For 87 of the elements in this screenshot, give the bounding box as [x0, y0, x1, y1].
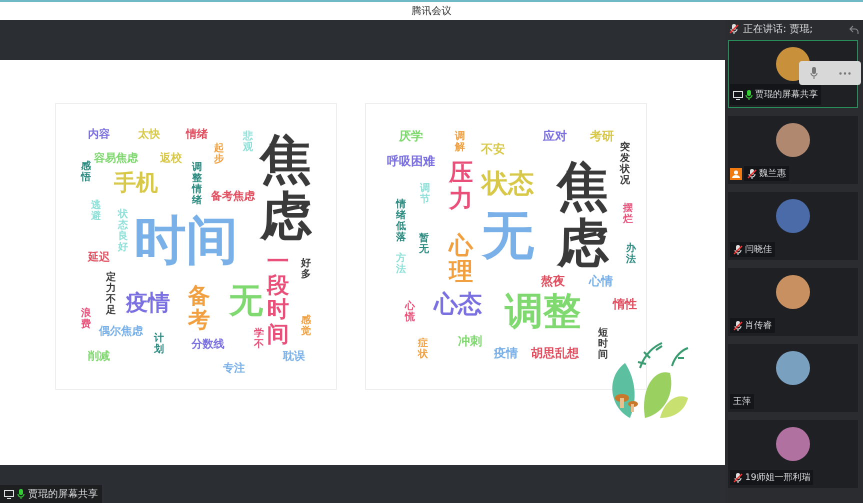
participant-tile[interactable]: 魏兰惠 [728, 116, 858, 184]
cloud-word: 专注 [223, 362, 245, 374]
cloud-word: 疫情 [126, 293, 170, 315]
cloud-word: 胡思乱想 [531, 347, 579, 359]
cloud-word: 悲观 [243, 131, 253, 153]
microphone-icon [17, 489, 25, 499]
participant-tile[interactable]: 王萍 [728, 344, 858, 412]
participant-name: 贾琨的屏幕共享 [755, 88, 818, 101]
cloud-word: 应对 [543, 130, 567, 142]
cloud-word: 削减 [88, 350, 110, 362]
cloud-word: 情绪低落 [396, 199, 406, 243]
cloud-word: 心态 [434, 292, 482, 316]
cloud-word: 厌学 [399, 130, 423, 142]
cloud-word: 情绪 [186, 128, 208, 140]
cloud-word: 感悟 [81, 161, 91, 183]
cloud-word: 心理 [449, 232, 473, 286]
cloud-word: 返校 [160, 152, 182, 164]
avatar-photo [776, 123, 810, 157]
participant-name: 19师姐一邢利瑞 [745, 472, 810, 484]
cloud-word: 考研 [590, 130, 614, 142]
cloud-word: 调解 [455, 131, 465, 153]
cloud-word: 调整情绪 [192, 162, 202, 206]
cloud-word: 办法 [626, 243, 636, 265]
participant-tile[interactable]: 肖传睿 [728, 268, 858, 336]
cloud-word: 压力 [449, 160, 473, 212]
participant-name: 王萍 [733, 396, 751, 408]
participant-name: 闫晓佳 [745, 244, 772, 256]
screen-share-icon [4, 490, 14, 498]
cloud-word: 冲刺 [458, 335, 482, 347]
cloud-word: 暂无 [419, 233, 429, 255]
cloud-word: 备考焦虑 [211, 190, 255, 202]
microphone-icon[interactable] [810, 67, 818, 79]
cloud-word: 不安 [481, 143, 505, 155]
cloud-word: 无 [229, 284, 263, 318]
muted-microphone-icon [729, 24, 739, 34]
cloud-word: 偶尔焦虑 [99, 326, 143, 336]
cloud-word: 调整 [505, 292, 581, 330]
cloud-word: 手机 [114, 173, 158, 195]
cloud-word: 无 [482, 210, 534, 262]
cloud-word: 学不 [254, 328, 264, 350]
cloud-word: 定力不足 [106, 272, 116, 316]
participant-name: 肖传睿 [745, 320, 772, 332]
share-name: 贾琨的屏幕共享 [28, 488, 98, 501]
cloud-word: 呼吸困难 [387, 155, 435, 167]
avatar-photo [776, 427, 810, 461]
cloud-word: 熬夜 [541, 275, 565, 287]
participant-tile[interactable]: 19师姐一邢利瑞 [728, 420, 858, 488]
cloud-word: 心慌 [405, 301, 415, 323]
cloud-word: 焦虑 [557, 158, 609, 274]
cloud-word: 内容 [88, 128, 110, 140]
cloud-word: 备考 [188, 284, 210, 334]
cloud-word: 状态 [482, 171, 534, 197]
cloud-word: 一段时间 [267, 250, 289, 348]
participant-tile[interactable]: 贾琨的屏幕共享 [728, 40, 858, 108]
cloud-word: 延迟 [88, 252, 110, 262]
cloud-word: 耽误 [283, 350, 305, 362]
cloud-word: 调节 [420, 183, 430, 205]
cloud-word: 分数线 [192, 338, 224, 350]
cloud-word: 症状 [418, 338, 428, 360]
cloud-word: 方法 [396, 253, 406, 275]
cloud-word: 起步 [214, 143, 224, 165]
more-icon[interactable] [838, 72, 850, 74]
cloud-word: 计划 [154, 333, 164, 355]
back-arrow-icon[interactable] [849, 24, 859, 34]
cloud-word: 太快 [138, 128, 160, 140]
cloud-word: 短时间 [598, 328, 608, 360]
avatar-photo [776, 351, 810, 385]
cloud-word: 感觉 [301, 315, 311, 337]
avatar-photo [776, 199, 810, 233]
cloud-word: 疫情 [494, 347, 518, 359]
cloud-word: 突发状况 [620, 142, 630, 186]
cloud-word: 状态良好 [118, 209, 128, 253]
participant-name: 魏兰惠 [759, 168, 786, 180]
cloud-word: 惰性 [613, 298, 637, 310]
cloud-word: 焦虑 [260, 132, 312, 246]
cloud-word: 好多 [301, 258, 311, 280]
cloud-word: 摆烂 [623, 203, 633, 225]
cloud-word: 时间 [134, 215, 238, 267]
cloud-word: 心情 [589, 275, 613, 287]
cloud-word: 逃避 [91, 200, 101, 222]
window-title: 腾讯会议 [412, 4, 452, 18]
cloud-word: 浪费 [81, 308, 91, 330]
speaking-status: 正在讲话: 贾琨; [743, 22, 813, 36]
screen-share-icon [733, 91, 743, 100]
cloud-word: 容易焦虑 [94, 152, 138, 164]
avatar-photo [776, 275, 810, 309]
participant-tile[interactable]: 闫晓佳 [728, 192, 858, 260]
